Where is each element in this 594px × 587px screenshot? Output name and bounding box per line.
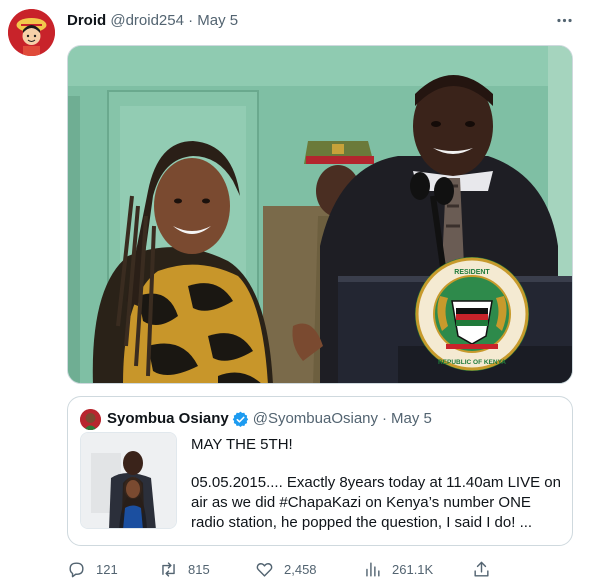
share-icon bbox=[474, 561, 489, 577]
retweet-count: 815 bbox=[188, 561, 210, 577]
views-count: 261.1K bbox=[392, 561, 434, 577]
share-button[interactable] bbox=[472, 558, 501, 580]
separator-dot: · bbox=[188, 12, 194, 29]
author-avatar[interactable] bbox=[8, 9, 55, 56]
like-button[interactable]: 2,458 bbox=[255, 558, 317, 580]
tweet-date[interactable]: May 5 bbox=[197, 12, 238, 29]
quoted-date[interactable]: May 5 bbox=[391, 410, 432, 428]
svg-text:REPUBLIC OF KENYA: REPUBLIC OF KENYA bbox=[438, 359, 506, 366]
like-count: 2,458 bbox=[284, 561, 317, 577]
quoted-thumbnail[interactable] bbox=[80, 432, 177, 529]
more-icon[interactable] bbox=[552, 8, 576, 32]
retweet-icon bbox=[162, 561, 175, 577]
views-icon bbox=[366, 561, 380, 577]
reply-count: 121 bbox=[96, 561, 118, 577]
verified-badge-icon bbox=[232, 411, 249, 428]
quoted-text-line2: 05.05.2015.... Exactly 8years today at 1… bbox=[191, 474, 561, 531]
quoted-header: Syombua Osiany @SyombuaOsiany · May 5 bbox=[107, 410, 432, 428]
quoted-text-line1: MAY THE 5TH! bbox=[191, 436, 293, 453]
reply-button[interactable]: 121 bbox=[67, 558, 118, 580]
tweet-photo[interactable]: RESIDENT REPUBLIC OF KENYA bbox=[67, 45, 573, 384]
quoted-author-avatar[interactable] bbox=[80, 409, 101, 430]
like-icon bbox=[256, 562, 273, 577]
svg-text:RESIDENT: RESIDENT bbox=[454, 269, 490, 276]
tweet-header: Droid @droid254 · May 5 bbox=[67, 12, 238, 30]
reply-icon bbox=[69, 561, 84, 577]
quoted-author-handle[interactable]: @SyombuaOsiany bbox=[253, 410, 378, 428]
retweet-button[interactable]: 815 bbox=[159, 558, 210, 580]
quoted-author-name[interactable]: Syombua Osiany bbox=[107, 410, 229, 428]
author-handle[interactable]: @droid254 bbox=[110, 12, 184, 29]
views-button[interactable]: 261.1K bbox=[363, 558, 433, 580]
separator-dot: · bbox=[382, 410, 387, 427]
action-bar: 121 815 2,458 261.1K bbox=[67, 558, 573, 580]
author-name[interactable]: Droid bbox=[67, 12, 106, 29]
tweet-card[interactable]: Droid @droid254 · May 5 RESIDENT REPUBLI… bbox=[0, 0, 594, 587]
quoted-text: MAY THE 5TH! 05.05.2015.... Exactly 8yea… bbox=[191, 435, 566, 533]
quoted-tweet[interactable]: Syombua Osiany @SyombuaOsiany · May 5 MA… bbox=[67, 396, 573, 546]
